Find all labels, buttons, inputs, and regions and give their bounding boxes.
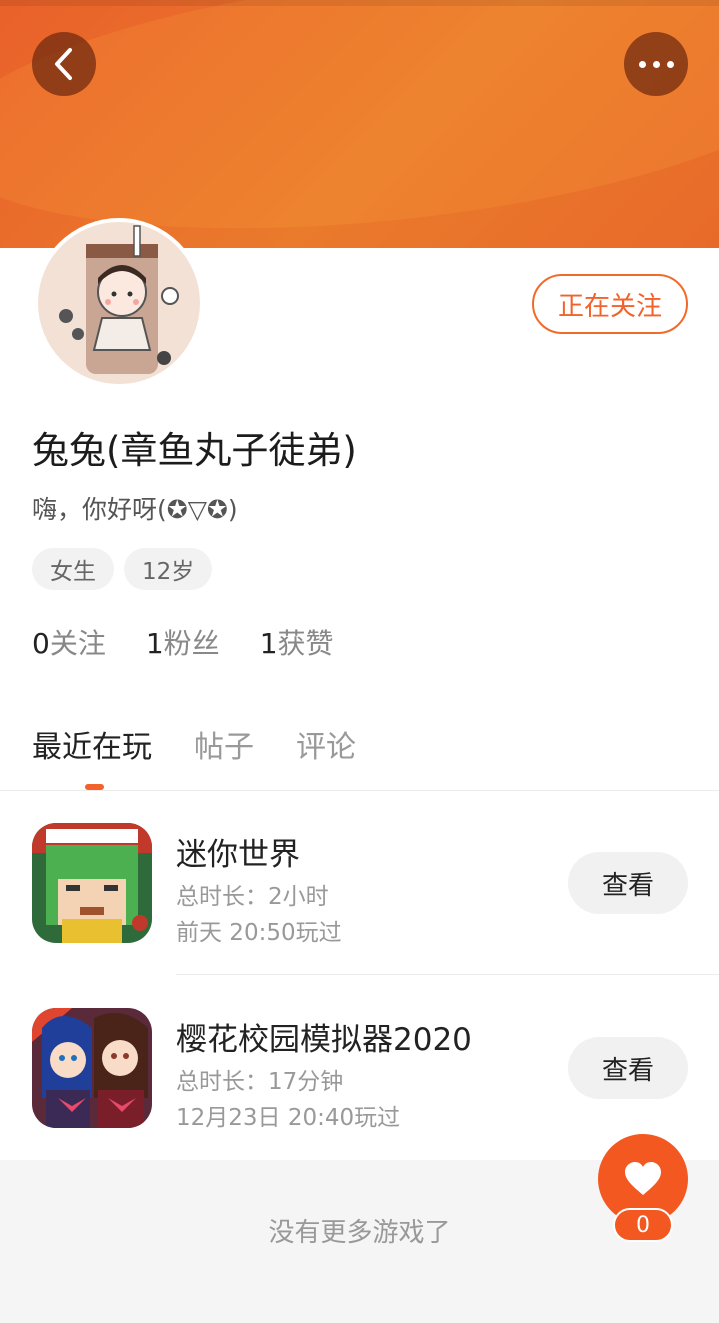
game-duration: 总时长：17分钟 [176, 1069, 344, 1095]
user-bio: 嗨，你好呀(✪▽✪) [32, 495, 238, 524]
stat-fans[interactable]: 1粉丝 [146, 622, 220, 662]
game-list-item[interactable]: 迷你世界 总时长：2小时 前天 20:50玩过 查看 [0, 823, 719, 953]
game-last-played: 12月23日 20:40玩过 [176, 1105, 401, 1131]
heart-icon [625, 1162, 661, 1195]
stat-following-count: 0 [32, 627, 50, 660]
tab-posts[interactable]: 帖子 [194, 722, 254, 766]
chevron-left-icon [55, 48, 72, 80]
stat-fans-label: 粉丝 [163, 627, 220, 660]
following-button[interactable]: 正在关注 [532, 274, 688, 334]
game-name: 樱花校园模拟器2020 [176, 1022, 472, 1058]
game-name: 迷你世界 [176, 837, 300, 873]
profile-header-background [0, 0, 719, 248]
game-row-divider [176, 974, 719, 975]
more-button[interactable] [624, 32, 688, 96]
user-tags: 女生 12岁 [32, 548, 213, 590]
mini-world-game-icon [32, 823, 152, 943]
stat-likes[interactable]: 1获赞 [260, 622, 334, 662]
gender-tag: 女生 [32, 548, 114, 590]
tab-comments[interactable]: 评论 [296, 722, 356, 766]
user-stats: 0关注 1粉丝 1获赞 [32, 622, 334, 662]
avatar-image [38, 222, 200, 384]
tab-recently-played[interactable]: 最近在玩 [32, 722, 152, 766]
game-duration: 总时长：2小时 [176, 884, 329, 910]
stat-likes-count: 1 [259, 627, 278, 660]
age-tag: 12岁 [124, 548, 213, 590]
view-game-button[interactable]: 查看 [568, 1037, 688, 1099]
more-dots-icon [638, 60, 674, 68]
tabs-divider [0, 790, 719, 791]
like-count-badge: 0 [613, 1208, 673, 1242]
profile-tabs: 最近在玩 帖子 评论 [32, 722, 356, 766]
header-wave-decoration [0, 0, 719, 248]
stat-following[interactable]: 0关注 [32, 622, 106, 662]
back-button[interactable] [32, 32, 96, 96]
view-game-button[interactable]: 查看 [568, 852, 688, 914]
stat-fans-count: 1 [145, 627, 164, 660]
game-last-played: 前天 20:50玩过 [176, 920, 342, 946]
avatar[interactable] [34, 218, 204, 388]
sakura-school-game-icon [32, 1008, 152, 1128]
username: 兔兔(章鱼丸子徒弟) [32, 429, 357, 472]
game-list-item[interactable]: 樱花校园模拟器2020 总时长：17分钟 12月23日 20:40玩过 查看 [0, 1008, 719, 1138]
stat-following-label: 关注 [49, 627, 106, 660]
no-more-games-text: 没有更多游戏了 [268, 1218, 451, 1248]
stat-likes-label: 获赞 [277, 627, 334, 660]
status-bar [0, 0, 719, 6]
